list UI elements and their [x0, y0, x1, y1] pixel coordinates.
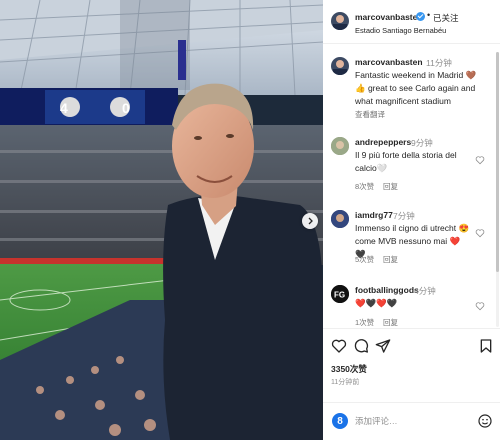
comment-username[interactable]: andrepeppers — [355, 137, 411, 147]
post-author-username[interactable]: marcovanbasten — [355, 12, 423, 22]
comment-item: andrepeppers 9分钟 Il 9 più forte della st… — [323, 137, 493, 199]
avatar[interactable] — [331, 57, 349, 75]
separator-dot: • — [427, 10, 431, 20]
screen-score-right: 0 — [122, 100, 130, 116]
heart-icon[interactable] — [475, 301, 485, 311]
translate-link[interactable]: 查看翻译 — [355, 109, 385, 120]
next-photo-button[interactable] — [302, 213, 318, 229]
comment-likes[interactable]: 8次赞 — [355, 181, 374, 192]
avatar[interactable] — [331, 137, 349, 155]
comment-text: ❤️🖤❤️🖤 — [355, 298, 398, 308]
comment-username[interactable]: footballinggods — [355, 285, 419, 295]
comment-time: 9分钟 — [411, 138, 433, 148]
svg-text:FG: FG — [334, 291, 345, 300]
avatar[interactable] — [331, 12, 349, 30]
comment-input[interactable] — [355, 413, 467, 429]
action-bar: 3350次赞 11分钟前 — [323, 328, 500, 402]
post-details-panel: marcovanbasten • 已关注 Estadio Santiago Be… — [323, 0, 500, 440]
comment-likes[interactable]: 1次赞 — [355, 317, 374, 327]
comment-item: FG footballinggods 4分钟 ❤️🖤❤️🖤 1次赞 回复 — [323, 285, 493, 327]
caption-username[interactable]: marcovanbasten — [355, 57, 423, 67]
comment-time: 4分钟 — [414, 286, 436, 296]
post-header: marcovanbasten • 已关注 Estadio Santiago Be… — [323, 0, 500, 44]
current-user-avatar: 8 — [332, 413, 348, 429]
comment-item: iamdrg77 7分钟 Immenso il cigno di utrecht… — [323, 210, 493, 272]
like-count[interactable]: 3350次赞 — [331, 363, 367, 375]
post-photo[interactable]: 4 0 — [0, 0, 323, 440]
emoji-icon[interactable] — [477, 413, 493, 429]
reply-button[interactable]: 回复 — [383, 317, 398, 327]
follow-status-button[interactable]: 已关注 — [433, 12, 459, 24]
comment-time: 7分钟 — [393, 211, 415, 221]
post-timestamp: 11分钟前 — [331, 379, 360, 386]
comment-likes[interactable]: 5次赞 — [355, 254, 374, 265]
comments-list[interactable]: marcovanbasten 11分钟 Fantastic weekend in… — [323, 45, 500, 327]
stadium-selfie-image: 4 0 — [0, 0, 323, 440]
comment-username[interactable]: iamdrg77 — [355, 210, 393, 220]
chevron-right-icon — [308, 217, 313, 225]
scrollbar-thumb[interactable] — [496, 52, 499, 272]
share-icon[interactable] — [375, 338, 391, 354]
heart-icon[interactable] — [475, 155, 485, 165]
reply-button[interactable]: 回复 — [383, 181, 398, 192]
avatar[interactable] — [331, 210, 349, 228]
caption-time: 11分钟 — [426, 58, 452, 68]
avatar[interactable]: FG — [331, 285, 349, 303]
reply-button[interactable]: 回复 — [383, 254, 398, 265]
comment-text: Il 9 più forte della storia del calcio🤍 — [355, 150, 457, 173]
heart-icon[interactable] — [331, 338, 347, 354]
screen-score-left: 4 — [60, 100, 68, 116]
caption-text: Fantastic weekend in Madrid 🤎 👍 great to… — [355, 70, 477, 106]
heart-icon[interactable] — [475, 228, 485, 238]
caption: marcovanbasten 11分钟 Fantastic weekend in… — [323, 57, 493, 127]
post-location[interactable]: Estadio Santiago Bernabéu — [355, 26, 446, 35]
bookmark-icon[interactable] — [478, 338, 494, 354]
comments-scrollbar[interactable] — [496, 52, 499, 327]
comment-icon[interactable] — [353, 338, 369, 354]
add-comment-bar: 8 — [323, 402, 500, 440]
verified-icon — [416, 12, 425, 21]
